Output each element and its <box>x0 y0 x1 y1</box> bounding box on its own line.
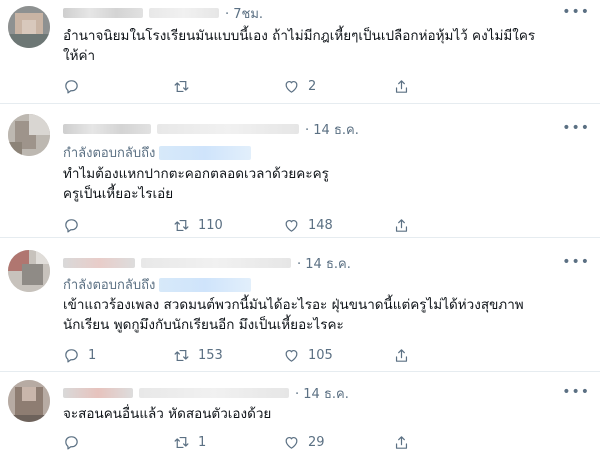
tweet-header: · 7ชม. <box>63 4 263 22</box>
tweet-text: ทำไมต้องแหกปากตะคอกตลอดเวลาด้วยคะครู ครู… <box>63 166 329 202</box>
tweet[interactable]: · 14 ธ.ค. ••• กำลังตอบกลับถึง ทำไมต้องแห… <box>0 104 600 238</box>
retweet-button[interactable]: 153 <box>173 346 283 364</box>
retweet-icon <box>174 349 189 361</box>
author-handle-blurred <box>149 8 219 18</box>
reply-icon <box>65 348 78 362</box>
reply-button[interactable] <box>63 433 173 451</box>
author-name-blurred[interactable] <box>63 258 135 268</box>
retweet-count: 1 <box>198 434 207 450</box>
retweet-icon <box>174 80 189 92</box>
tweet-time[interactable]: · 7ชม. <box>225 3 263 24</box>
tweet-text: อำนาจนิยมในโรงเรียนมันแบบนี้เอง ถ้าไม่มี… <box>63 28 536 64</box>
like-count: 29 <box>308 434 325 450</box>
tweet-header: · 14 ธ.ค. <box>63 120 359 138</box>
tweet-actions: 2 <box>63 77 503 95</box>
tweet-time[interactable]: · 14 ธ.ค. <box>305 119 359 140</box>
share-button[interactable] <box>393 433 503 451</box>
author-handle-blurred <box>139 388 289 398</box>
retweet-button[interactable]: 110 <box>173 216 283 234</box>
more-icon[interactable]: ••• <box>562 120 590 136</box>
like-count: 148 <box>308 217 333 233</box>
author-handle-blurred <box>157 124 299 134</box>
tweet[interactable]: · 7ชม. ••• อำนาจนิยมในโรงเรียนมันแบบนี้เ… <box>0 0 600 104</box>
retweet-icon <box>174 436 189 448</box>
share-button[interactable] <box>393 346 503 364</box>
like-count: 2 <box>308 78 317 94</box>
tweet-actions: 110 148 <box>63 216 503 234</box>
like-button[interactable]: 2 <box>283 77 393 95</box>
replying-handle-blurred[interactable] <box>159 145 252 160</box>
tweet-time[interactable]: · 14 ธ.ค. <box>295 383 349 404</box>
like-count: 105 <box>308 347 333 363</box>
tweet-text: เข้าแถวร้องเพลง สวดมนต์พวกนี้มันได้อะไรอ… <box>63 297 524 333</box>
more-icon[interactable]: ••• <box>562 384 590 400</box>
share-icon <box>395 218 408 232</box>
tweet-actions: 1 153 105 <box>63 346 503 364</box>
replying-to: กำลังตอบกลับถึง <box>63 274 252 295</box>
reply-button[interactable] <box>63 77 173 95</box>
author-handle-blurred <box>141 258 291 268</box>
avatar[interactable] <box>8 114 50 156</box>
author-name-blurred[interactable] <box>63 388 133 398</box>
replying-handle-blurred[interactable] <box>159 277 252 292</box>
like-button[interactable]: 105 <box>283 346 393 364</box>
retweet-count: 153 <box>198 347 223 363</box>
retweet-icon <box>174 219 189 231</box>
reply-icon <box>65 435 78 449</box>
heart-icon <box>285 219 298 232</box>
reply-button[interactable]: 1 <box>63 346 173 364</box>
heart-icon <box>285 349 298 362</box>
avatar[interactable] <box>8 6 50 48</box>
reply-icon <box>65 218 78 232</box>
replying-label: กำลังตอบกลับถึง <box>63 146 156 161</box>
tweet-text: จะสอนคนอื่นแล้ว หัดสอนตัวเองด้วย <box>63 406 272 422</box>
tweet[interactable]: · 14 ธ.ค. ••• กำลังตอบกลับถึง เข้าแถวร้อ… <box>0 238 600 372</box>
avatar[interactable] <box>8 250 50 292</box>
more-icon[interactable]: ••• <box>562 4 590 20</box>
share-button[interactable] <box>393 216 503 234</box>
tweet[interactable]: · 14 ธ.ค. ••• จะสอนคนอื่นแล้ว หัดสอนตัวเ… <box>0 372 600 457</box>
author-name-blurred[interactable] <box>63 124 151 134</box>
retweet-button[interactable]: 1 <box>173 433 283 451</box>
reply-count: 1 <box>88 347 97 363</box>
share-icon <box>395 348 408 362</box>
heart-icon <box>285 436 298 449</box>
reply-button[interactable] <box>63 216 173 234</box>
like-button[interactable]: 148 <box>283 216 393 234</box>
like-button[interactable]: 29 <box>283 433 393 451</box>
heart-icon <box>285 80 298 93</box>
reply-icon <box>65 79 78 93</box>
replying-label: กำลังตอบกลับถึง <box>63 278 156 293</box>
share-button[interactable] <box>393 77 503 95</box>
retweet-count: 110 <box>198 217 223 233</box>
share-icon <box>395 435 408 449</box>
avatar[interactable] <box>8 380 50 422</box>
tweet-actions: 1 29 <box>63 433 503 451</box>
tweet-header: · 14 ธ.ค. <box>63 384 349 402</box>
replying-to: กำลังตอบกลับถึง <box>63 142 252 163</box>
author-name-blurred[interactable] <box>63 8 143 18</box>
more-icon[interactable]: ••• <box>562 254 590 270</box>
tweet-time[interactable]: · 14 ธ.ค. <box>297 253 351 274</box>
retweet-button[interactable] <box>173 77 283 95</box>
tweet-header: · 14 ธ.ค. <box>63 254 351 272</box>
share-icon <box>395 79 408 93</box>
